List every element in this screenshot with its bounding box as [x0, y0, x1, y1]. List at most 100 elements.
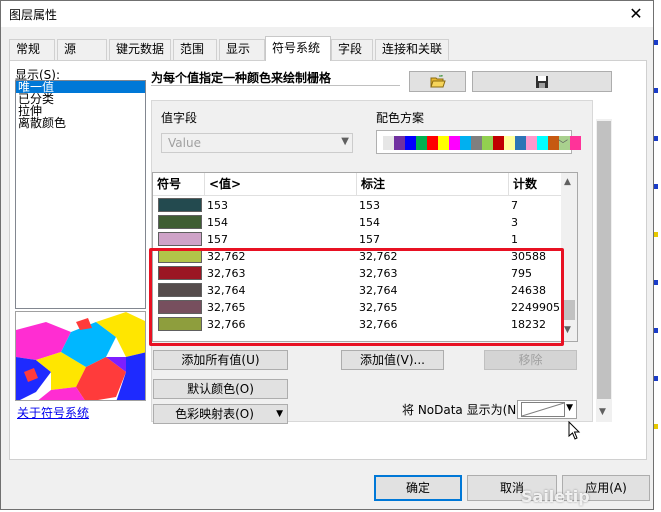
- table-row[interactable]: 157 157 1: [153, 231, 561, 248]
- remove-button[interactable]: 移除: [484, 350, 577, 370]
- color-scheme-label: 配色方案: [376, 111, 425, 125]
- color-scheme-combo[interactable]: ﹀: [376, 130, 581, 154]
- symbol-swatch[interactable]: [158, 198, 202, 212]
- symbol-swatch[interactable]: [158, 266, 202, 280]
- color-ramp-swatch: [504, 136, 515, 150]
- heading-divider: [151, 85, 400, 86]
- column-value[interactable]: <值>: [205, 173, 357, 195]
- symbol-swatch[interactable]: [158, 215, 202, 229]
- color-ramp-swatch: [427, 136, 438, 150]
- tab-joins-relates[interactable]: 连接和关联: [375, 39, 449, 60]
- tab-symbology[interactable]: 符号系统: [265, 36, 331, 61]
- symbol-swatch[interactable]: [158, 283, 202, 297]
- table-row[interactable]: 154 154 3: [153, 214, 561, 231]
- color-ramp-swatch: [493, 136, 504, 150]
- renderer-heading: 为每个值指定一种颜色来绘制栅格: [151, 71, 332, 85]
- cell-label: 154: [359, 216, 380, 229]
- cell-label: 153: [359, 199, 380, 212]
- cell-count: 795: [511, 267, 532, 280]
- cell-label: 32,762: [359, 250, 398, 263]
- symbol-swatch[interactable]: [158, 300, 202, 314]
- scroll-up-icon[interactable]: ▲: [564, 177, 571, 187]
- table-scrollbar[interactable]: ▲ ▼: [561, 173, 577, 341]
- symbology-preview-image: [15, 311, 146, 401]
- table-row[interactable]: 32,766 32,766 18232: [153, 316, 561, 333]
- tab-key-metadata[interactable]: 键元数据: [109, 39, 171, 60]
- table-row[interactable]: 32,763 32,763 795: [153, 265, 561, 282]
- table-row[interactable]: 32,762 32,762 30588: [153, 248, 561, 265]
- colormap-button[interactable]: 色彩映射表(O) ▼: [153, 404, 288, 424]
- cell-value: 32,764: [207, 284, 246, 297]
- cell-count: 1: [511, 233, 518, 246]
- cell-count: 30588: [511, 250, 546, 263]
- save-layer-button[interactable]: [472, 71, 612, 92]
- table-row[interactable]: 153 153 7: [153, 197, 561, 214]
- add-all-values-button[interactable]: 添加所有值(U): [153, 350, 288, 370]
- color-ramp-swatch: [537, 136, 548, 150]
- table-row[interactable]: 32,764 32,764 24638: [153, 282, 561, 299]
- symbol-swatch[interactable]: [158, 317, 202, 331]
- chevron-down-icon: ▼: [276, 409, 283, 419]
- chevron-down-icon: ﹀: [558, 140, 568, 151]
- chevron-down-icon: ▼: [341, 136, 349, 147]
- column-symbol[interactable]: 符号: [153, 173, 205, 195]
- cell-count: 24638: [511, 284, 546, 297]
- window-title: 图层属性: [9, 8, 58, 22]
- panel-scrollbar[interactable]: ▼: [596, 119, 612, 422]
- symbol-swatch[interactable]: [158, 232, 202, 246]
- tab-display[interactable]: 显示: [219, 39, 265, 60]
- color-ramp-swatch: [471, 136, 482, 150]
- color-ramp-swatch: [416, 136, 427, 150]
- color-ramp-swatch: [515, 136, 526, 150]
- color-ramp-swatch: [570, 136, 581, 150]
- cell-count: 18232: [511, 318, 546, 331]
- close-icon[interactable]: ✕: [619, 1, 653, 27]
- open-layer-button[interactable]: [409, 71, 466, 92]
- tab-extent[interactable]: 范围: [173, 39, 217, 60]
- layer-properties-dialog: 图层属性 ✕ 常规 源 键元数据 范围 显示 符号系统 字段 连接和关联 显示(…: [0, 0, 654, 510]
- colormap-button-label: 色彩映射表(O): [175, 407, 254, 421]
- cell-value: 157: [207, 233, 228, 246]
- folder-open-icon: [429, 75, 446, 88]
- cell-value: 154: [207, 216, 228, 229]
- column-count[interactable]: 计数: [509, 173, 561, 195]
- color-ramp-swatch: [383, 136, 394, 150]
- nodata-color-combo[interactable]: ▼: [517, 400, 577, 419]
- column-label[interactable]: 标注: [357, 173, 509, 195]
- cell-value: 32,763: [207, 267, 246, 280]
- ok-button[interactable]: 确定: [374, 475, 462, 501]
- color-ramp-swatch: [405, 136, 416, 150]
- cell-value: 32,766: [207, 318, 246, 331]
- symbol-swatch[interactable]: [158, 249, 202, 263]
- cell-count: 3: [511, 216, 518, 229]
- tab-source[interactable]: 源: [57, 39, 107, 60]
- color-ramp-swatch: [482, 136, 493, 150]
- table-row[interactable]: 32,765 32,765 2249905: [153, 299, 561, 316]
- save-disk-icon: [536, 76, 548, 88]
- about-symbology-link[interactable]: 关于符号系统: [17, 404, 89, 421]
- nodata-label: 将 NoData 显示为(N): [402, 403, 521, 417]
- value-field-value: Value: [168, 136, 201, 150]
- renderer-discrete-color[interactable]: 离散颜色: [16, 117, 145, 129]
- default-colors-button[interactable]: 默认颜色(O): [153, 379, 288, 399]
- chevron-down-icon: ▼: [566, 403, 573, 413]
- cell-value: 153: [207, 199, 228, 212]
- table-scrollbar-thumb[interactable]: [563, 300, 575, 320]
- scroll-down-icon[interactable]: ▼: [599, 407, 606, 417]
- color-ramp-swatch: [449, 136, 460, 150]
- cell-label: 32,765: [359, 301, 398, 314]
- scroll-down-icon[interactable]: ▼: [564, 325, 571, 335]
- color-ramp-swatch: [526, 136, 537, 150]
- cell-value: 32,765: [207, 301, 246, 314]
- mouse-cursor-icon: [568, 421, 581, 440]
- renderer-list: 唯一值 已分类 拉伸 离散颜色: [15, 80, 146, 309]
- color-ramp: [383, 136, 581, 150]
- tab-fields[interactable]: 字段: [331, 39, 373, 60]
- value-field-label: 值字段: [161, 111, 198, 125]
- color-ramp-swatch: [394, 136, 405, 150]
- watermark-text: Sailetip: [521, 487, 590, 506]
- tab-general[interactable]: 常规: [9, 39, 55, 60]
- panel-scrollbar-thumb[interactable]: [597, 121, 611, 399]
- add-values-button[interactable]: 添加值(V)...: [341, 350, 444, 370]
- value-field-combo[interactable]: Value ▼: [161, 133, 353, 153]
